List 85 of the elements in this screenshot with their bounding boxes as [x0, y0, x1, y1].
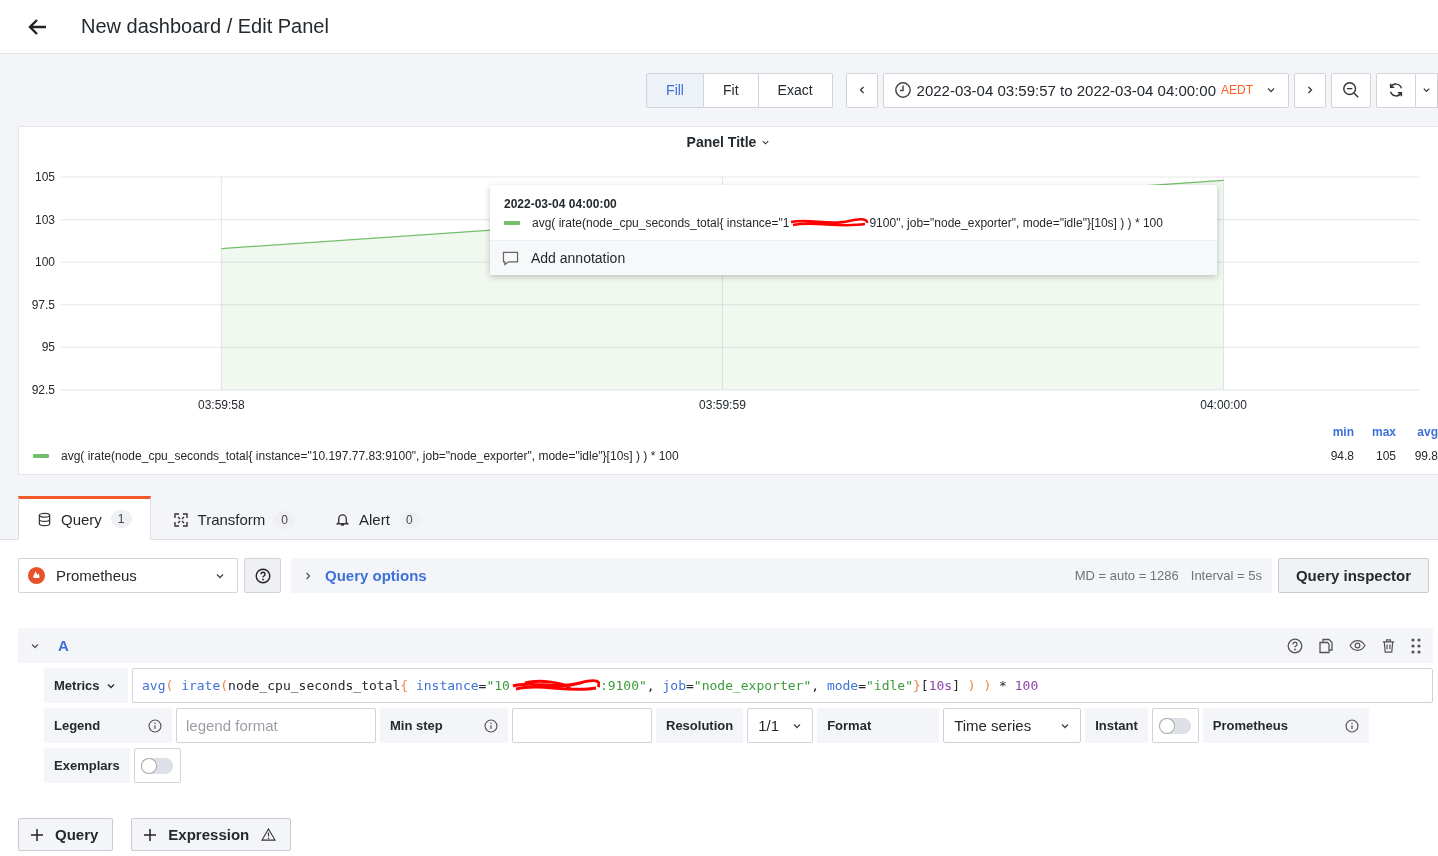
- count-badge: 1: [110, 510, 132, 528]
- time-range-text: 2022-03-04 03:59:57 to 2022-03-04 04:00:00: [916, 81, 1216, 99]
- zoom-out-icon: [1342, 81, 1360, 99]
- page-title: New dashboard / Edit Panel: [81, 15, 329, 38]
- tooltip-series-text: avg( irate(node_cpu_seconds_total{ instance="1: [532, 216, 790, 230]
- min-step-label: Min step: [380, 708, 508, 743]
- caret-icon: [1266, 85, 1276, 95]
- chevron-right-icon: [1305, 85, 1315, 95]
- x-axis-label: 04:00:00: [1200, 398, 1247, 412]
- query-inspector-button[interactable]: Query inspector: [1277, 558, 1429, 593]
- legend-format-input[interactable]: legend format: [176, 708, 376, 743]
- source-label: Prometheus: [1202, 708, 1369, 743]
- legend-label: Legend: [44, 708, 172, 743]
- flame-logo-icon: [27, 566, 46, 585]
- query-ref-name[interactable]: A: [58, 637, 69, 654]
- legend-swatch: [504, 221, 520, 225]
- add-annotation-button[interactable]: Add annotation: [490, 240, 1217, 275]
- legend-stat-value: 94.8: [1329, 449, 1354, 463]
- plus-icon: [144, 828, 157, 841]
- bell-icon: [335, 512, 351, 527]
- eye-icon[interactable]: [1349, 639, 1366, 652]
- info-icon: [484, 718, 498, 733]
- legend-column-header[interactable]: max: [1354, 425, 1396, 439]
- data-source-picker[interactable]: Prometheus: [18, 558, 238, 593]
- max-data-points-text: MD = auto = 1286: [1074, 568, 1179, 583]
- count-badge: 0: [398, 510, 420, 529]
- refresh-button[interactable]: [1376, 72, 1416, 108]
- interval-text: Interval = 5s: [1190, 568, 1262, 583]
- view-mode-button[interactable]: Fit: [704, 72, 759, 108]
- legend-stat-value: 105: [1374, 449, 1396, 463]
- format-select[interactable]: Time series: [943, 708, 1082, 743]
- editor-tab[interactable]: Alert 0: [317, 496, 438, 540]
- query-options-bar[interactable]: Query options MD = auto = 1286 Interval = 5s: [291, 558, 1272, 593]
- info-icon: [148, 718, 162, 733]
- x-axis-label: 03:59:59: [699, 398, 746, 412]
- chevron-icon: [303, 570, 313, 581]
- view-mode-button[interactable]: Exact: [758, 72, 833, 108]
- time-range-picker[interactable]: 2022-03-04 03:59:57 to 2022-03-04 04:00:00 AEDT: [882, 72, 1289, 108]
- help-button[interactable]: [244, 558, 281, 593]
- y-axis-label: 95: [41, 340, 55, 355]
- timezone-label: AEDT: [1221, 83, 1253, 97]
- database-icon: [37, 511, 52, 527]
- transform-icon: [172, 511, 189, 528]
- legend-series-name[interactable]: avg( irate(node_cpu_seconds_total{ instance="10.197.77.83:9100", job="node_exporter", mode="idle"}[10s] ) ) * 100: [61, 449, 1312, 463]
- comment-icon: [502, 250, 519, 266]
- clock-icon: [893, 81, 912, 99]
- add-query-button[interactable]: Expression: [131, 818, 292, 851]
- min-step-input[interactable]: [512, 708, 652, 743]
- y-axis-label: 103: [34, 212, 55, 227]
- instant-label: Instant: [1085, 708, 1148, 743]
- legend-column-header[interactable]: avg: [1396, 425, 1438, 439]
- exemplars-label: Exemplars: [44, 748, 130, 783]
- exemplars-toggle[interactable]: [141, 757, 174, 774]
- copy-icon[interactable]: [1318, 637, 1334, 654]
- tooltip-time: 2022-03-04 04:00:00: [504, 197, 618, 211]
- y-axis-label: 92.5: [31, 383, 55, 397]
- resolution-select[interactable]: 1/1: [747, 708, 814, 743]
- help-icon[interactable]: [1287, 637, 1303, 654]
- caret-icon: [1422, 85, 1431, 95]
- instant-toggle[interactable]: [1159, 717, 1192, 734]
- y-axis-label: 100: [34, 255, 55, 270]
- tooltip-series-text: 9100", job="node_exporter", mode="idle"}[10s] ) ) * 100: [869, 216, 1163, 230]
- legend-column-header[interactable]: min: [1312, 425, 1354, 439]
- legend-stat-value: 99.8: [1413, 449, 1438, 463]
- resolution-label: Resolution: [656, 708, 744, 743]
- view-mode-button[interactable]: Fill: [646, 72, 704, 108]
- editor-tab[interactable]: Query 1: [18, 496, 151, 540]
- info-icon: [1344, 718, 1359, 733]
- help-icon: [254, 567, 271, 584]
- y-axis-label: 97.5: [31, 297, 55, 312]
- y-axis-label: 105: [34, 170, 55, 184]
- query-options-label[interactable]: Query options: [325, 567, 427, 584]
- plus-icon: [31, 828, 43, 841]
- drag-handle-icon[interactable]: [1411, 637, 1421, 654]
- query-editor[interactable]: avg( irate(node_cpu_seconds_total{ instance="10 :9100", job="node_exporter", mode="idle"}[10s] ) ) * 100: [132, 668, 1433, 703]
- x-axis-label: 03:59:58: [198, 398, 245, 412]
- zoom-out-button[interactable]: [1331, 72, 1371, 108]
- add-query-button[interactable]: Query: [18, 818, 114, 851]
- count-badge: 0: [274, 510, 296, 529]
- refresh-icon: [1387, 81, 1405, 99]
- metrics-dropdown[interactable]: Metrics: [44, 668, 128, 703]
- format-label: Format: [817, 708, 940, 743]
- panel-title[interactable]: Panel Title: [686, 134, 757, 150]
- trash-icon[interactable]: [1381, 637, 1396, 654]
- editor-tab[interactable]: Transform 0: [154, 496, 314, 540]
